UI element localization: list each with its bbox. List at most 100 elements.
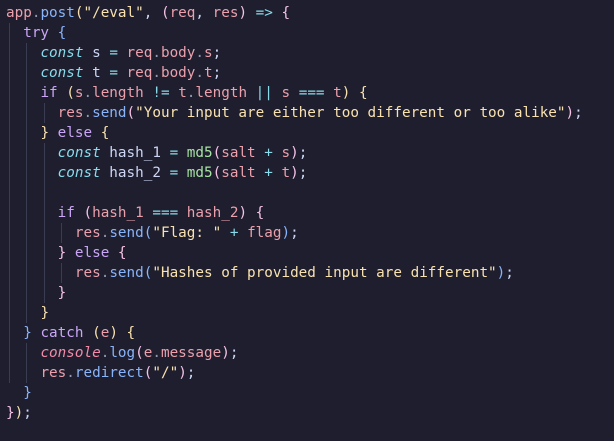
code-token: res [74,225,101,241]
code-token: t [333,85,342,101]
code-token: === [143,205,187,221]
code-token: redirect [74,365,144,381]
code-token: . [83,85,93,101]
code-line[interactable]: const t = req.body.t; [6,63,221,83]
code-token: } [40,125,50,141]
code-token: + [221,225,248,241]
code-token: ) [281,225,291,241]
code-token: = [109,45,118,61]
code-token: { [126,325,136,341]
code-token: ( [83,205,93,221]
code-token: log [109,345,136,361]
code-token: s [83,45,110,61]
code-token: === [290,85,334,101]
code-token: . [195,45,205,61]
code-line[interactable]: if (hash_1 === hash_2) { [6,203,265,223]
code-token: } [57,285,67,301]
code-token: ; [229,345,239,361]
code-line[interactable]: try { [6,23,66,43]
code-token: s [204,45,213,61]
code-token: const [57,165,101,181]
code-token: + [255,165,282,181]
code-token: body [160,65,196,81]
code-token: s [281,145,291,161]
code-line[interactable]: const hash_1 = md5(salt + s); [6,143,308,163]
code-token: req [117,45,153,61]
code-line[interactable]: } [6,303,49,323]
code-token: message [160,345,222,361]
code-line[interactable]: } [6,283,67,303]
code-token: . [83,105,93,121]
code-token: try [23,25,50,41]
code-token: } [57,245,67,261]
code-token: app [6,5,32,21]
code-token: ) [290,145,299,161]
code-line[interactable]: app.post("/eval", (req, res) => { [6,3,290,23]
code-line[interactable]: const s = req.body.s; [6,43,221,63]
code-token: = [169,165,179,181]
code-token: } [40,305,50,321]
code-line[interactable]: } else { [6,123,109,143]
code-token: = [109,65,118,81]
code-token: console [40,345,101,361]
code-token: hash_2 [100,165,170,181]
code-line[interactable]: } [6,383,32,403]
code-token: } [6,405,15,421]
code-line[interactable]: res.send("Your input are either too diff… [6,103,583,123]
code-token: res [212,5,239,21]
code-token: . [66,365,75,381]
code-token: t [204,65,213,81]
code-token: , [143,5,161,21]
code-token: ; [298,145,308,161]
code-token: { [100,125,110,141]
code-line[interactable]: }); [6,403,32,423]
code-line[interactable]: } catch (e) { [6,323,135,343]
code-token: ( [212,165,222,181]
code-token: send [92,105,127,121]
code-line[interactable]: if (s.length != t.length || s === t) { [6,83,367,103]
code-token: ( [135,345,144,361]
code-token: md5 [186,145,213,161]
code-token: ( [160,5,170,21]
code-line[interactable]: console.log(e.message); [6,343,238,363]
code-line[interactable]: const hash_2 = md5(salt + t); [6,163,308,183]
code-token: ) [565,105,575,121]
code-token: { [117,245,127,261]
code-token: salt [221,145,256,161]
code-token: ; [505,265,514,281]
code-token: } [23,385,32,401]
code-token: md5 [186,165,213,181]
code-token: "Hashes of provided input are different" [152,265,497,281]
code-token: s [281,85,291,101]
code-token: length [92,85,144,101]
code-token: ; [212,65,222,81]
code-token: req [169,5,196,21]
code-token: length [195,85,248,101]
code-token: . [152,345,161,361]
code-editor[interactable]: app.post("/eval", (req, res) => { try { … [0,0,614,441]
code-line[interactable]: } else { [6,243,127,263]
code-line[interactable]: res.send("Flag: " + flag); [6,223,299,243]
code-token: ; [23,405,32,421]
code-line[interactable]: res.send("Hashes of provided input are d… [6,263,514,283]
code-token: const [57,145,101,161]
code-line[interactable]: res.redirect("/"); [6,363,195,383]
